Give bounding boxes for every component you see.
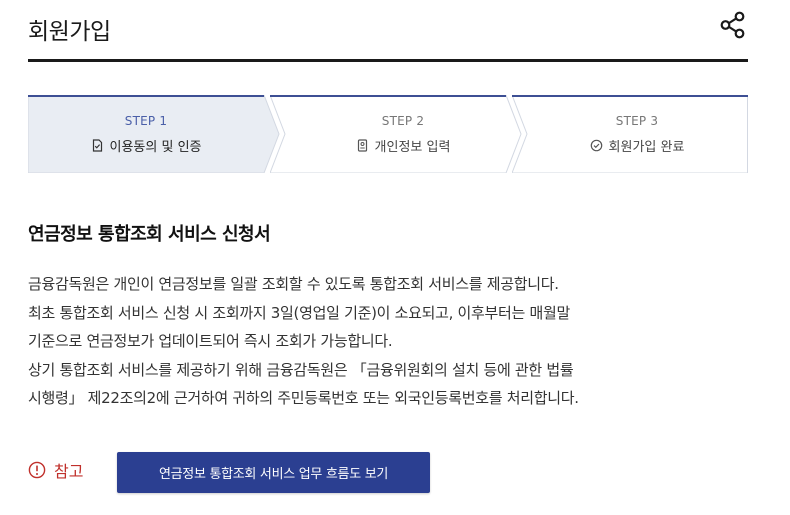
description-line: 시행령」 제22조의2에 근거하여 귀하의 주민등록번호 또는 외국인등록번호를… (28, 389, 579, 407)
id-card-icon (357, 139, 367, 152)
step-3-number: STEP 3 (615, 114, 659, 128)
step-1-number: STEP 1 (124, 114, 168, 128)
note-text: 참고 (54, 462, 84, 481)
description-text: 금융감독원은 개인이 연금정보를 일괄 조회할 수 있도록 통합조회 서비스를 … (28, 270, 763, 413)
share-icon (720, 11, 745, 39)
note-label: 참고 (28, 455, 83, 485)
step-indicator: STEP 1 이용동의 및 인증 STEP 2 개인정보 입력 STEP 3 회… (28, 95, 748, 173)
step-2-number: STEP 2 (381, 114, 425, 128)
view-flowchart-button[interactable]: 연금정보 통합조회 서비스 업무 흐름도 보기 (117, 452, 430, 493)
step-3: STEP 3 회원가입 완료 (512, 95, 748, 173)
check-circle-icon (590, 139, 602, 152)
description-line: 기준으로 연금정보가 업데이트되어 즉시 조회가 가능합니다. (28, 332, 393, 350)
step-1: STEP 1 이용동의 및 인증 (28, 95, 280, 173)
step-1-label: 이용동의 및 인증 (109, 140, 202, 155)
document-check-icon (92, 139, 102, 152)
section-title: 연금정보 통합조회 서비스 신청서 (28, 224, 271, 245)
description-line: 최초 통합조회 서비스 신청 시 조회까지 3일(영업일 기준)이 소요되고, … (28, 303, 571, 322)
step-3-label: 회원가입 완료 (608, 140, 685, 155)
step-2: STEP 2 개인정보 입력 (270, 95, 522, 173)
info-circle-icon (28, 461, 46, 479)
page-header: 회원가입 (28, 0, 748, 62)
step-2-label: 개인정보 입력 (374, 140, 451, 155)
description-line: 금융감독원은 개인이 연금정보를 일괄 조회할 수 있도록 통합조회 서비스를 … (28, 275, 559, 293)
description-line: 상기 통합조회 서비스를 제공하기 위해 금융감독원은 「금융위원회의 설치 등… (28, 360, 574, 379)
share-button[interactable] (718, 10, 748, 40)
page-title: 회원가입 (28, 19, 111, 45)
